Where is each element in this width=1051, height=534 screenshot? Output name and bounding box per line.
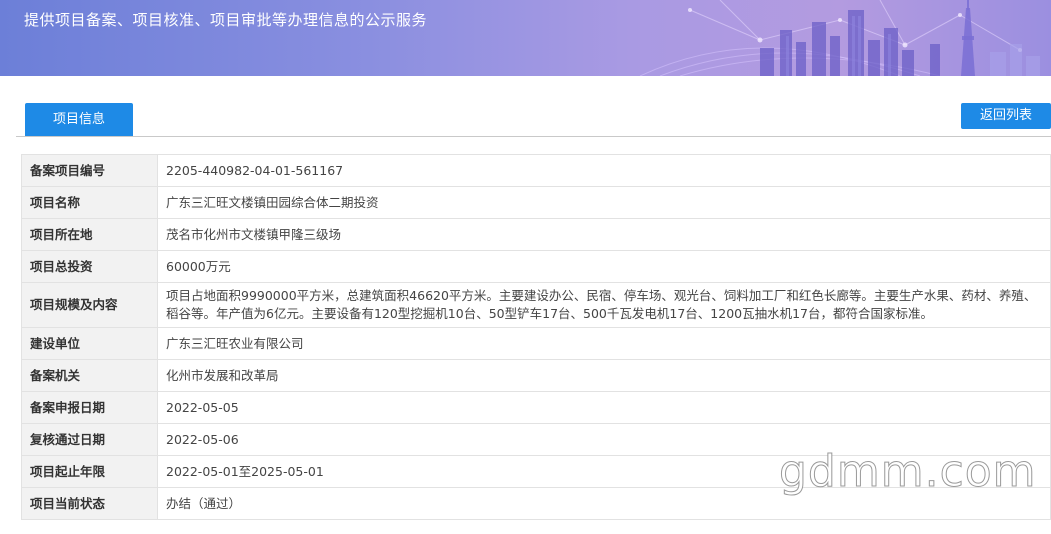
table-row: 项目规模及内容 项目占地面积9990000平方米，总建筑面积46620平方米。主… [21, 282, 1051, 328]
tab-project-info[interactable]: 项目信息 [25, 103, 133, 137]
back-to-list-button[interactable]: 返回列表 [961, 103, 1051, 129]
table-row: 项目总投资 60000万元 [21, 250, 1051, 283]
field-label: 项目规模及内容 [21, 282, 158, 328]
field-value: 2205-440982-04-01-561167 [157, 154, 1051, 187]
site-watermark: gdmm.com [779, 446, 1037, 498]
field-label: 备案机关 [21, 359, 158, 392]
banner-title: 提供项目备案、项目核准、项目审批等办理信息的公示服务 [24, 11, 428, 29]
table-row: 备案机关 化州市发展和改革局 [21, 359, 1051, 392]
header-banner: 提供项目备案、项目核准、项目审批等办理信息的公示服务 [0, 0, 1051, 76]
table-row: 备案项目编号 2205-440982-04-01-561167 [21, 154, 1051, 187]
field-value: 项目占地面积9990000平方米，总建筑面积46620平方米。主要建设办公、民宿… [157, 282, 1051, 328]
table-row: 备案申报日期 2022-05-05 [21, 391, 1051, 424]
field-value: 化州市发展和改革局 [157, 359, 1051, 392]
table-row: 项目名称 广东三汇旺文楼镇田园综合体二期投资 [21, 186, 1051, 219]
field-label: 项目总投资 [21, 250, 158, 283]
field-label: 项目起止年限 [21, 455, 158, 488]
field-label: 建设单位 [21, 327, 158, 360]
field-value: 广东三汇旺文楼镇田园综合体二期投资 [157, 186, 1051, 219]
table-row: 项目所在地 茂名市化州市文楼镇甲隆三级场 [21, 218, 1051, 251]
field-label: 项目所在地 [21, 218, 158, 251]
field-label: 复核通过日期 [21, 423, 158, 456]
field-label: 项目当前状态 [21, 487, 158, 520]
table-row: 建设单位 广东三汇旺农业有限公司 [21, 327, 1051, 360]
field-label: 项目名称 [21, 186, 158, 219]
field-label: 备案项目编号 [21, 154, 158, 187]
field-value: 60000万元 [157, 250, 1051, 283]
field-value: 茂名市化州市文楼镇甲隆三级场 [157, 218, 1051, 251]
field-label: 备案申报日期 [21, 391, 158, 424]
field-value: 2022-05-05 [157, 391, 1051, 424]
tab-divider [16, 136, 1051, 137]
field-value: 广东三汇旺农业有限公司 [157, 327, 1051, 360]
